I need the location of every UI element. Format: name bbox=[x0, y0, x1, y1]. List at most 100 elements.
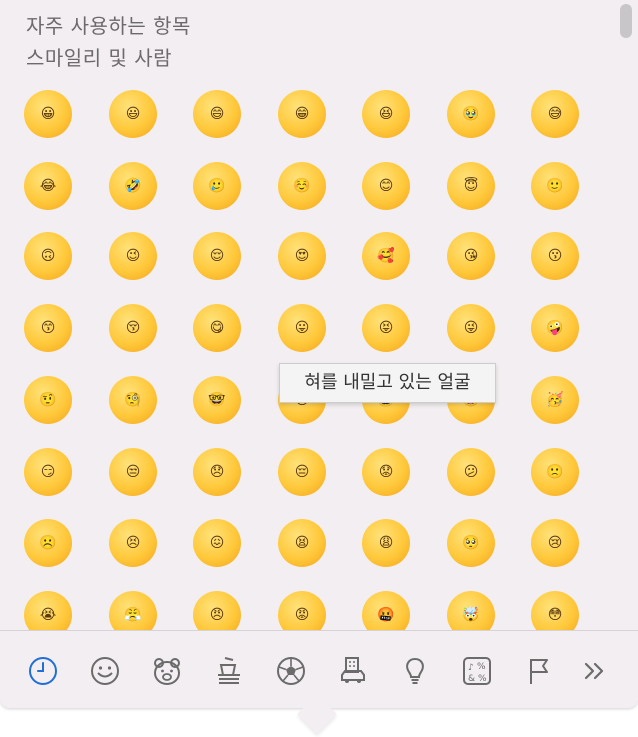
emoji-cell[interactable]: 😒 bbox=[105, 444, 161, 500]
emoji-cell[interactable]: 😭 bbox=[20, 587, 76, 630]
category-food-button[interactable] bbox=[209, 653, 249, 689]
emoji-tooltip: 혀를 내밀고 있는 얼굴 bbox=[279, 363, 496, 403]
emoji-cell[interactable]: 😍 bbox=[274, 228, 330, 284]
category-animals-button[interactable] bbox=[147, 653, 187, 689]
emoji-cell[interactable]: 😀 bbox=[20, 86, 76, 142]
emoji-cell[interactable]: 😋 bbox=[189, 300, 245, 356]
emoji-face: 😋 bbox=[193, 304, 241, 352]
emoji-face: 🥲 bbox=[193, 162, 241, 210]
emoji-cell[interactable]: 🧐 bbox=[105, 372, 161, 428]
emoji-face: 🙂 bbox=[531, 162, 579, 210]
emoji-cell[interactable]: 😩 bbox=[358, 515, 414, 571]
emoji-cell[interactable]: 😖 bbox=[189, 515, 245, 571]
emoji-cell[interactable]: 🙃 bbox=[20, 228, 76, 284]
emoji-face: 🙃 bbox=[24, 232, 72, 280]
emoji-face: 🥰 bbox=[362, 232, 410, 280]
emoji-cell[interactable]: 🙁 bbox=[527, 444, 583, 500]
emoji-face: ☺️ bbox=[278, 162, 326, 210]
emoji-cell[interactable]: 😗 bbox=[527, 228, 583, 284]
scrollbar-thumb[interactable] bbox=[620, 4, 632, 38]
emoji-cell[interactable]: 😞 bbox=[189, 444, 245, 500]
emoji-cell[interactable]: 😔 bbox=[274, 444, 330, 500]
emoji-cell[interactable]: 😆 bbox=[358, 86, 414, 142]
emoji-face: 😠 bbox=[193, 591, 241, 630]
emoji-cell[interactable]: ☺️ bbox=[274, 158, 330, 214]
emoji-cell[interactable]: 😜 bbox=[443, 300, 499, 356]
emoji-cell[interactable]: 🥺 bbox=[443, 515, 499, 571]
emoji-face: 🧐 bbox=[109, 376, 157, 424]
emoji-cell[interactable]: 😫 bbox=[274, 515, 330, 571]
emoji-cell[interactable]: 😇 bbox=[443, 158, 499, 214]
emoji-cell[interactable]: 😕 bbox=[443, 444, 499, 500]
emoji-cell[interactable]: 🤯 bbox=[443, 587, 499, 630]
emoji-face: 😘 bbox=[447, 232, 495, 280]
emoji-face: 😩 bbox=[362, 519, 410, 567]
emoji-cell[interactable]: 😚 bbox=[105, 300, 161, 356]
emoji-cell[interactable]: 🤬 bbox=[358, 587, 414, 630]
svg-text:%: % bbox=[478, 674, 487, 684]
emoji-cell[interactable]: 🥳 bbox=[527, 372, 583, 428]
emoji-cell[interactable]: 😠 bbox=[189, 587, 245, 630]
emoji-face: 😚 bbox=[109, 304, 157, 352]
emoji-face: 😆 bbox=[362, 90, 410, 138]
clock-icon bbox=[29, 657, 57, 685]
emoji-cell[interactable]: 😁 bbox=[274, 86, 330, 142]
emoji-face: 😇 bbox=[447, 162, 495, 210]
category-travel-button[interactable] bbox=[333, 653, 373, 689]
emoji-face: 😂 bbox=[24, 162, 72, 210]
section-title-frequent: 자주 사용하는 항목 bbox=[26, 14, 191, 38]
emoji-face: 🥺 bbox=[447, 519, 495, 567]
emoji-face: 😃 bbox=[109, 90, 157, 138]
emoji-cell[interactable]: 🤓 bbox=[189, 372, 245, 428]
emoji-cell[interactable]: 😌 bbox=[189, 228, 245, 284]
category-objects-button[interactable] bbox=[395, 653, 435, 689]
category-smileys-button[interactable] bbox=[85, 653, 125, 689]
emoji-cell[interactable]: 😊 bbox=[358, 158, 414, 214]
emoji-cell[interactable]: 😙 bbox=[20, 300, 76, 356]
emoji-cell[interactable]: 🤣 bbox=[105, 158, 161, 214]
emoji-cell[interactable]: ☹️ bbox=[20, 515, 76, 571]
emoji-face: 🥹 bbox=[447, 90, 495, 138]
emoji-cell[interactable]: 😛 bbox=[274, 300, 330, 356]
emoji-cell[interactable]: 😅 bbox=[527, 86, 583, 142]
emoji-face: 😜 bbox=[447, 304, 495, 352]
emoji-face: 😖 bbox=[193, 519, 241, 567]
category-activity-button[interactable] bbox=[271, 653, 311, 689]
soccer-ball-icon bbox=[277, 657, 305, 685]
category-flags-button[interactable] bbox=[519, 653, 559, 689]
emoji-face: 😌 bbox=[193, 232, 241, 280]
category-symbols-button[interactable]: ♪ % & % bbox=[457, 653, 497, 689]
emoji-cell[interactable]: 😂 bbox=[20, 158, 76, 214]
emoji-cell[interactable]: 😡 bbox=[274, 587, 330, 630]
emoji-face: 😕 bbox=[447, 448, 495, 496]
emoji-cell[interactable]: 😣 bbox=[105, 515, 161, 571]
emoji-cell[interactable]: 😢 bbox=[527, 515, 583, 571]
emoji-cell[interactable]: 😃 bbox=[105, 86, 161, 142]
emoji-cell[interactable]: 😘 bbox=[443, 228, 499, 284]
emoji-cell[interactable]: 😳 bbox=[527, 587, 583, 630]
emoji-cell[interactable]: 😉 bbox=[105, 228, 161, 284]
category-recent-button[interactable] bbox=[23, 653, 63, 689]
emoji-face: 😣 bbox=[109, 519, 157, 567]
emoji-cell[interactable]: 🥲 bbox=[189, 158, 245, 214]
emoji-face: 😊 bbox=[362, 162, 410, 210]
emoji-cell[interactable]: 🤨 bbox=[20, 372, 76, 428]
building-car-icon bbox=[341, 657, 365, 683]
emoji-face: 😁 bbox=[278, 90, 326, 138]
emoji-cell[interactable]: 😟 bbox=[358, 444, 414, 500]
emoji-cell[interactable]: 🙂 bbox=[527, 158, 583, 214]
emoji-cell[interactable]: 🤪 bbox=[527, 300, 583, 356]
emoji-cell[interactable]: 😄 bbox=[189, 86, 245, 142]
category-more-button[interactable] bbox=[574, 653, 614, 689]
emoji-face: 😟 bbox=[362, 448, 410, 496]
emoji-cell[interactable]: 🥰 bbox=[358, 228, 414, 284]
emoji-face: 😀 bbox=[24, 90, 72, 138]
svg-text:&: & bbox=[468, 674, 475, 684]
emoji-face: 😏 bbox=[24, 448, 72, 496]
emoji-face: 😅 bbox=[531, 90, 579, 138]
emoji-cell[interactable]: 🥹 bbox=[443, 86, 499, 142]
emoji-cell[interactable]: 😤 bbox=[105, 587, 161, 630]
emoji-cell[interactable]: 😏 bbox=[20, 444, 76, 500]
lightbulb-icon bbox=[406, 657, 424, 684]
emoji-cell[interactable]: 😝 bbox=[358, 300, 414, 356]
